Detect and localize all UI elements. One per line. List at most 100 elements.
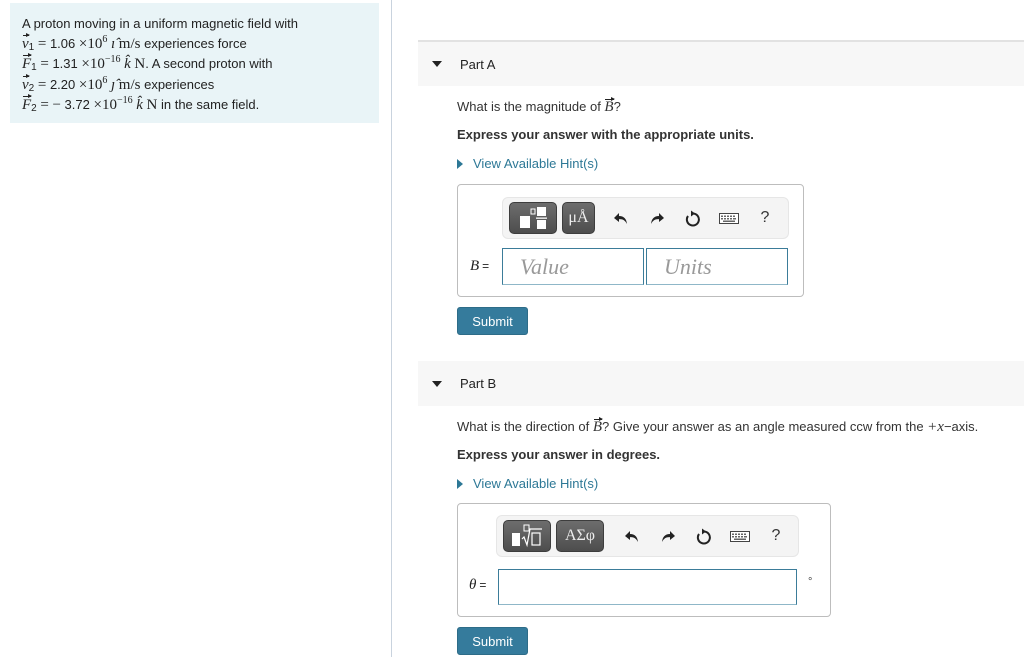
parts-pane: Part A What is the magnitude of B? Expre… xyxy=(418,0,1024,657)
k-hat: k̂ xyxy=(124,56,131,72)
question-text: What is the direction of xyxy=(457,419,593,434)
help-icon: ? xyxy=(760,209,770,226)
greek-symbols-button[interactable]: ΑΣφ xyxy=(556,520,604,552)
f1-tail: . A second proton with xyxy=(145,56,273,71)
problem-line-5: F2 = − 3.72 ×10−16 k̂ N in the same fiel… xyxy=(22,94,367,116)
f2-value: 3.72 xyxy=(64,97,90,112)
radical-template-button[interactable] xyxy=(503,520,551,552)
k-hat: k̂ xyxy=(136,97,143,113)
b-label: B = xyxy=(470,258,489,275)
hint-label[interactable]: View Available Hint(s) xyxy=(473,156,598,171)
help-button[interactable]: ? xyxy=(747,202,783,234)
v1-value: 1.06 xyxy=(49,35,76,51)
f1-subscript: 1 xyxy=(31,62,37,73)
problem-pane: A proton moving in a uniform magnetic fi… xyxy=(0,0,392,657)
v2-value: 2.20 xyxy=(49,76,76,92)
part-a-instruction: Express your answer with the appropriate… xyxy=(457,127,754,142)
f2-unit: N xyxy=(146,97,158,113)
part-b-answer-box: ΑΣφ ? θ = ° xyxy=(457,503,831,617)
expand-triangle-icon xyxy=(457,478,463,489)
b-vector-symbol: B xyxy=(592,417,604,435)
reset-icon xyxy=(685,210,700,226)
v1-tail: experiences force xyxy=(144,35,247,51)
equals-sign: = xyxy=(479,578,487,592)
times-ten: ×10 xyxy=(81,56,105,72)
keyboard-button[interactable] xyxy=(722,520,758,552)
fraction-template-icon xyxy=(520,207,547,229)
part-b-math-toolbar: ΑΣφ ? xyxy=(496,515,799,557)
f2-tail: in the same field. xyxy=(160,97,260,112)
problem-line-2: v1 = 1.06 ×106 ı̂ m/s experiences force xyxy=(22,32,367,55)
f2-exponent: −16 xyxy=(116,95,133,106)
part-a-header[interactable]: Part A xyxy=(418,40,1024,86)
radical-template-icon xyxy=(512,524,542,548)
help-button[interactable]: ? xyxy=(758,520,794,552)
j-hat: ȷ̂ xyxy=(110,76,116,93)
theta-label: θ = xyxy=(469,577,486,594)
equals-sign: = xyxy=(37,76,47,93)
units-input[interactable]: Units xyxy=(646,248,788,285)
b-symbol: B xyxy=(470,258,480,274)
part-b-title: Part B xyxy=(460,376,497,391)
intro-text: A proton moving in a uniform magnetic fi… xyxy=(22,16,299,31)
equals-sign: = xyxy=(40,97,49,113)
keyboard-icon xyxy=(730,530,750,542)
collapse-caret-icon[interactable] xyxy=(432,61,442,67)
f2-symbol: F xyxy=(22,94,33,116)
part-a-hint-link[interactable]: View Available Hint(s) xyxy=(457,156,598,171)
v1-exponent: 6 xyxy=(102,33,108,45)
undo-button[interactable] xyxy=(603,202,639,234)
value-placeholder: Value xyxy=(520,253,569,279)
problem-line-1: A proton moving in a uniform magnetic fi… xyxy=(22,14,367,34)
f1-value: 1.31 xyxy=(52,56,78,71)
v2-tail: experiences xyxy=(144,76,215,92)
f1-exponent: −16 xyxy=(104,54,121,65)
redo-button[interactable] xyxy=(650,520,686,552)
f1-unit: N xyxy=(134,56,146,72)
units-placeholder: Units xyxy=(664,253,712,279)
fraction-template-button[interactable] xyxy=(509,202,557,234)
part-b-submit-button[interactable]: Submit xyxy=(457,627,528,655)
question-end: −axis. xyxy=(943,419,979,434)
keyboard-button[interactable] xyxy=(711,202,747,234)
times-ten: ×10 xyxy=(78,76,103,93)
f2-subscript: 2 xyxy=(31,103,37,114)
keyboard-icon xyxy=(719,212,739,224)
v1-symbol: v xyxy=(22,32,30,55)
reset-button[interactable] xyxy=(686,520,722,552)
part-a-question: What is the magnitude of B? xyxy=(457,97,621,116)
part-a-math-toolbar: μÅ ? xyxy=(502,197,789,239)
problem-line-3: F1 = 1.31 ×10−16 k̂ N. A second proton w… xyxy=(22,53,367,75)
v2-exponent: 6 xyxy=(102,74,108,86)
f2-sign: − xyxy=(52,97,61,113)
part-b-question: What is the direction of B? Give your an… xyxy=(457,417,979,436)
b-vector-symbol: B xyxy=(604,97,615,115)
units-button[interactable]: μÅ xyxy=(562,202,595,234)
v1-subscript: 1 xyxy=(28,41,35,53)
reset-button[interactable] xyxy=(675,202,711,234)
redo-button[interactable] xyxy=(639,202,675,234)
part-a-answer-box: μÅ ? B = Value Units xyxy=(457,184,804,297)
times-ten: ×10 xyxy=(78,35,103,52)
times-ten: ×10 xyxy=(93,97,117,113)
axis-symbol: +x xyxy=(927,419,944,435)
v2-subscript: 2 xyxy=(28,82,35,94)
collapse-caret-icon[interactable] xyxy=(432,380,442,387)
part-a-submit-button[interactable]: Submit xyxy=(457,307,528,335)
redo-icon xyxy=(662,530,675,542)
reset-icon xyxy=(696,528,711,544)
i-hat: ı̂ xyxy=(110,35,116,52)
hint-label[interactable]: View Available Hint(s) xyxy=(473,476,598,491)
f1-symbol: F xyxy=(22,53,33,75)
greek-symbols-label: ΑΣφ xyxy=(564,527,596,544)
v2-symbol: v xyxy=(22,73,30,96)
part-b-header[interactable]: Part B xyxy=(418,361,1024,406)
undo-button[interactable] xyxy=(614,520,650,552)
part-b-hint-link[interactable]: View Available Hint(s) xyxy=(457,476,598,491)
value-input[interactable]: Value xyxy=(502,248,644,285)
degree-unit: ° xyxy=(808,576,813,588)
equals-sign: = xyxy=(482,259,490,273)
question-mark: ? xyxy=(613,99,621,114)
expand-triangle-icon xyxy=(457,158,463,169)
angle-input[interactable] xyxy=(498,569,797,605)
